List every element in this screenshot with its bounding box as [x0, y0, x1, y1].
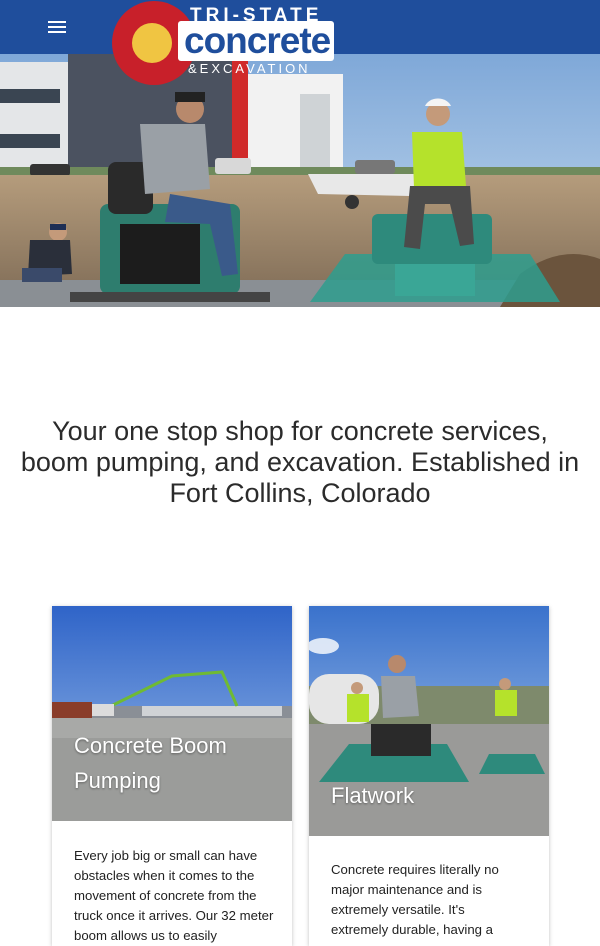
card-body: Every job big or small can have obstacle… [74, 848, 274, 943]
logo-bottom-text: &EXCAVATION [188, 61, 311, 76]
card-body: Concrete requires literally no major mai… [331, 862, 499, 937]
hamburger-menu-icon[interactable] [48, 18, 70, 36]
page-tagline: Your one stop shop for concrete services… [20, 416, 580, 508]
site-logo[interactable]: TRI-STATE concrete &EXCAVATION [112, 1, 362, 87]
hero-image [0, 54, 600, 307]
service-card-boom-pumping[interactable]: Concrete Boom Pumping Every job big or s… [52, 606, 292, 946]
concrete-crew-photo [0, 54, 600, 307]
card-title[interactable]: Concrete Boom Pumping [74, 728, 274, 798]
service-card-flatwork[interactable]: Flatwork Concrete requires literally no … [309, 606, 549, 946]
colorado-sun-icon [132, 23, 172, 63]
card-title[interactable]: Flatwork [331, 778, 531, 813]
logo-main-text: concrete [178, 21, 335, 61]
